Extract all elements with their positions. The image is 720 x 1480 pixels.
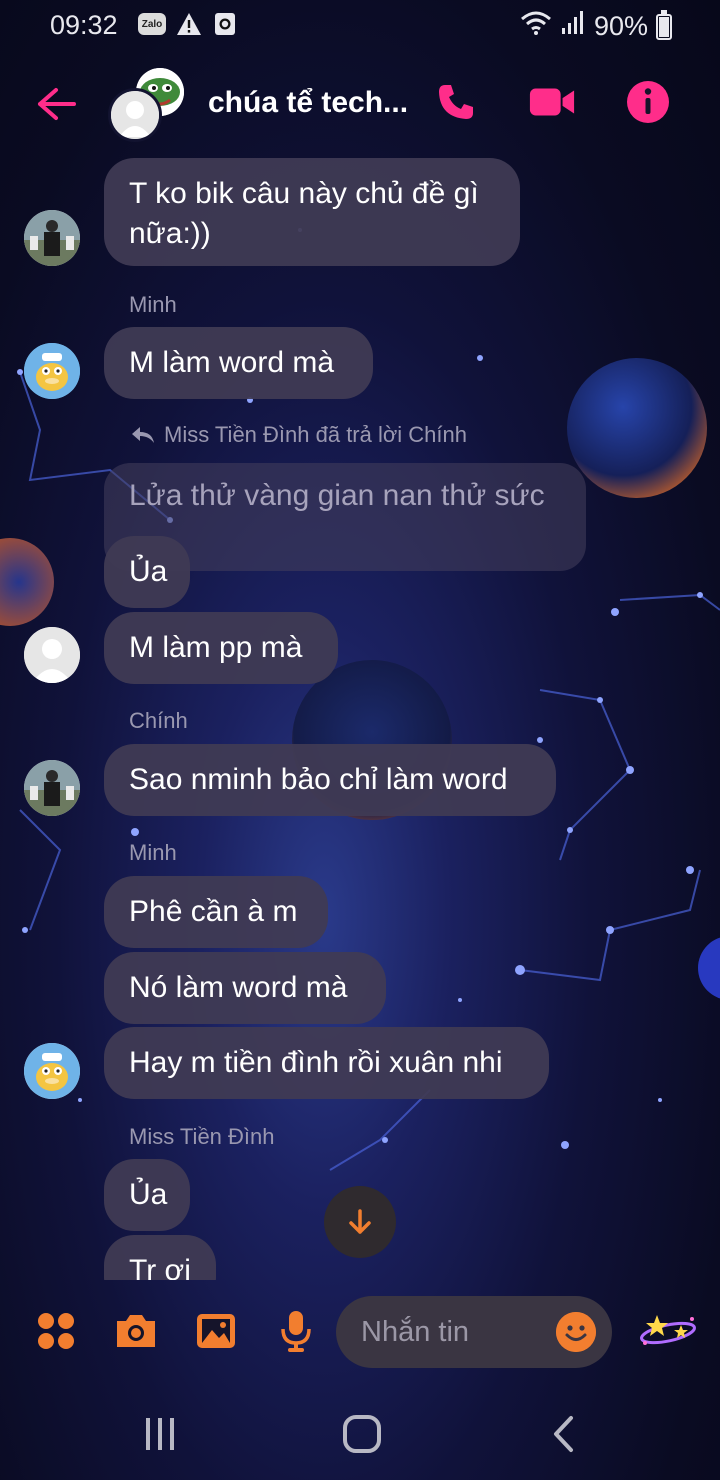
sender-name: Minh [129, 840, 177, 865]
video-call-button[interactable] [528, 78, 576, 126]
emoji-button[interactable] [556, 1312, 596, 1352]
home-button[interactable] [332, 1410, 392, 1458]
sender-avatar-chinh[interactable] [24, 210, 80, 266]
battery-icon [656, 9, 672, 40]
message-list[interactable]: T ko bik câu này chủ đề gì nữa:)) Minh M… [0, 150, 720, 1280]
microphone-icon [281, 1311, 311, 1352]
zalo-icon: Zalo [138, 13, 166, 35]
reply-indicator: Miss Tiền Đình đã trả lời Chính [130, 422, 467, 448]
recent-apps-button[interactable] [130, 1410, 190, 1458]
message-bubble[interactable]: Ủa [104, 536, 190, 608]
reply-arrow-icon [132, 427, 154, 443]
arrow-down-icon [349, 1209, 371, 1234]
notification-icons: Zalo [138, 12, 238, 36]
message-bubble[interactable]: Ủa [104, 1159, 190, 1231]
conversation-info-button[interactable] [624, 78, 672, 126]
message-bubble[interactable]: Tr ơi [104, 1235, 216, 1280]
voice-message-button[interactable] [271, 1306, 321, 1356]
sender-name: Chính [129, 708, 188, 733]
message-bubble[interactable]: Nó làm word mà [104, 952, 386, 1024]
conversation-header: chúa tể tech... [0, 52, 720, 152]
emoji-icon [556, 1312, 596, 1352]
signal-icon [560, 10, 586, 43]
sender-name: Minh [129, 292, 177, 317]
galaxy-stars-sticker-icon [640, 1315, 696, 1345]
conversation-title[interactable]: chúa tể tech... [208, 86, 418, 120]
system-navigation-bar [0, 1384, 720, 1480]
member-avatar-default [108, 88, 162, 142]
message-bubble[interactable]: Sao nminh bảo chỉ làm word [104, 744, 556, 816]
info-icon [627, 81, 669, 123]
phone-icon [439, 85, 473, 119]
message-bubble[interactable]: M làm pp mà [104, 612, 338, 684]
camera-button[interactable] [111, 1306, 161, 1356]
system-status: 90% [520, 9, 672, 43]
sender-avatar-tien-dinh[interactable] [24, 627, 80, 683]
message-bubble[interactable]: Hay m tiền đình rồi xuân nhi [104, 1027, 549, 1099]
back-arrow-icon [38, 88, 76, 120]
quick-reaction-button[interactable] [636, 1306, 700, 1356]
home-icon [343, 1415, 381, 1453]
warning-icon [176, 12, 202, 36]
sender-name: Miss Tiền Đình [129, 1124, 275, 1149]
camera-icon [117, 1315, 155, 1347]
recent-apps-icon [146, 1418, 174, 1450]
message-composer: Nhắn tin [0, 1290, 720, 1380]
back-button[interactable] [30, 80, 82, 128]
message-input-placeholder: Nhắn tin [361, 1315, 470, 1348]
screen-record-icon [212, 12, 238, 36]
gallery-button[interactable] [191, 1306, 241, 1356]
battery-percent: 90% [593, 11, 648, 41]
wifi-icon [520, 10, 552, 43]
message-bubble[interactable]: M làm word mà [104, 327, 373, 399]
voice-call-button[interactable] [432, 78, 480, 126]
sender-avatar-chinh[interactable] [24, 760, 80, 816]
sender-avatar-minh[interactable] [24, 1043, 80, 1099]
message-bubble[interactable]: T ko bik câu này chủ đề gì nữa:)) [104, 158, 520, 266]
message-input[interactable]: Nhắn tin [336, 1296, 612, 1368]
group-avatar[interactable] [108, 68, 188, 144]
image-icon [197, 1314, 235, 1348]
system-back-button[interactable] [534, 1410, 594, 1458]
message-bubble[interactable]: Phê cần à m [104, 876, 328, 948]
apps-grid-icon [38, 1313, 74, 1349]
back-icon [554, 1416, 573, 1452]
sender-avatar-minh[interactable] [24, 343, 80, 399]
video-camera-icon [529, 88, 575, 116]
status-time: 09:32 [50, 10, 118, 40]
reply-indicator-text: Miss Tiền Đình đã trả lời Chính [164, 422, 467, 447]
more-actions-button[interactable] [31, 1306, 81, 1356]
scroll-to-bottom-button[interactable] [324, 1186, 396, 1258]
status-bar: 09:32 Zalo 90% [0, 0, 720, 52]
